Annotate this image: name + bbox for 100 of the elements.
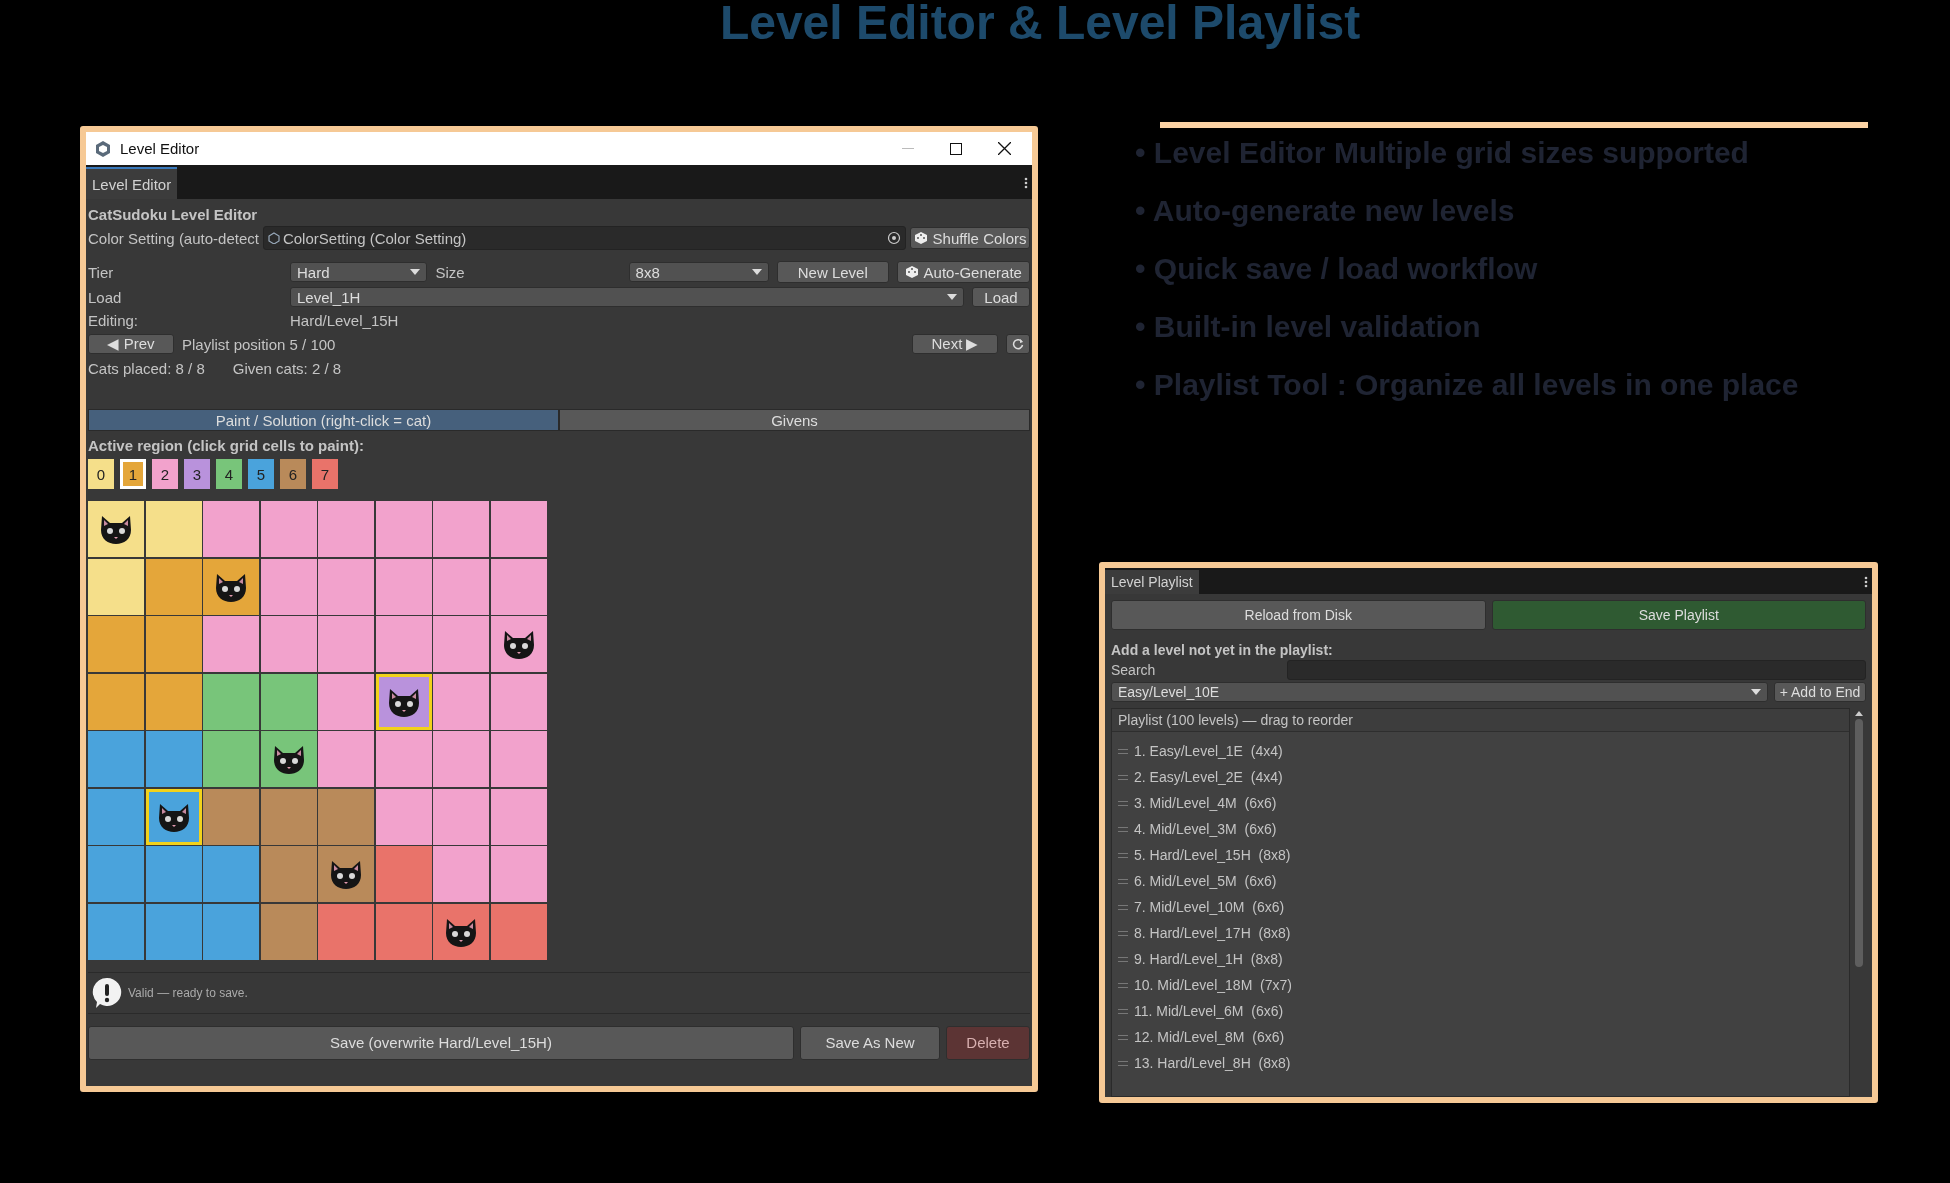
load-button[interactable]: Load — [972, 287, 1030, 307]
mode-tab[interactable]: Givens — [559, 409, 1030, 431]
grid-cell[interactable] — [375, 558, 432, 615]
playlist-item[interactable]: 1. Easy/Level_1E (4x4) — [1134, 743, 1283, 759]
drag-handle-icon[interactable] — [1118, 1034, 1128, 1040]
grid-cell[interactable] — [433, 731, 489, 787]
drag-handle-icon[interactable] — [1118, 826, 1128, 832]
grid-cell[interactable] — [203, 673, 259, 730]
grid-cell[interactable] — [375, 846, 432, 902]
playlist-item[interactable]: 3. Mid/Level_4M (6x6) — [1134, 795, 1277, 811]
next-button[interactable]: Next ▶ — [912, 334, 998, 354]
grid-cell[interactable] — [88, 616, 144, 672]
delete-button[interactable]: Delete — [946, 1025, 1030, 1060]
grid-cell[interactable] — [318, 788, 374, 845]
prev-button[interactable]: ◀ Prev — [88, 334, 174, 354]
region-swatch[interactable]: 4 — [216, 459, 242, 489]
grid-cell[interactable] — [490, 788, 547, 845]
grid-cell[interactable] — [145, 846, 202, 902]
grid-cell[interactable] — [203, 501, 259, 557]
grid-cell[interactable] — [203, 616, 259, 672]
mode-tab[interactable]: Paint / Solution (right-click = cat) — [88, 409, 559, 431]
playlist-item[interactable]: 5. Hard/Level_15H (8x8) — [1134, 847, 1291, 863]
editor-tab[interactable]: Level Editor — [86, 167, 178, 199]
playlist-tab[interactable]: Level Playlist — [1105, 570, 1199, 594]
grid-cell[interactable] — [203, 846, 259, 902]
grid-cell[interactable] — [433, 501, 489, 557]
region-swatch[interactable]: 5 — [248, 459, 274, 489]
grid-cell[interactable] — [318, 616, 374, 672]
grid-cell[interactable] — [203, 903, 259, 960]
grid-cell[interactable] — [490, 673, 547, 730]
grid-cell[interactable] — [203, 558, 259, 615]
grid-cell[interactable] — [318, 731, 374, 787]
playlist-item[interactable]: 7. Mid/Level_10M (6x6) — [1134, 899, 1285, 915]
drag-handle-icon[interactable] — [1118, 1060, 1128, 1066]
grid-cell[interactable] — [145, 558, 202, 615]
grid-cell[interactable] — [433, 616, 489, 672]
region-swatch[interactable]: 6 — [280, 459, 306, 489]
grid-cell[interactable] — [433, 558, 489, 615]
grid-cell[interactable] — [203, 731, 259, 787]
grid-cell[interactable] — [433, 788, 489, 845]
grid-cell[interactable] — [375, 903, 432, 960]
grid-cell[interactable] — [88, 731, 144, 787]
drag-handle-icon[interactable] — [1118, 904, 1128, 910]
tier-dropdown[interactable]: Hard — [290, 262, 428, 282]
grid-cell[interactable] — [318, 673, 374, 730]
level-dropdown[interactable]: Easy/Level_10E — [1111, 682, 1768, 702]
playlist-item[interactable]: 6. Mid/Level_5M (6x6) — [1134, 873, 1277, 889]
grid-cell[interactable] — [490, 846, 547, 902]
kebab-menu-icon[interactable] — [1024, 177, 1028, 189]
playlist-item[interactable]: 10. Mid/Level_18M (7x7) — [1134, 977, 1292, 993]
grid-cell[interactable] — [318, 903, 374, 960]
drag-handle-icon[interactable] — [1118, 1008, 1128, 1014]
grid-cell[interactable] — [318, 558, 374, 615]
grid-cell[interactable] — [145, 501, 202, 557]
region-swatch[interactable]: 7 — [312, 459, 338, 489]
region-swatch[interactable]: 1 — [120, 459, 146, 489]
auto-generate-button[interactable]: Auto-Generate — [896, 261, 1030, 283]
scroll-up-icon[interactable] — [1855, 711, 1863, 716]
grid-cell[interactable] — [88, 558, 144, 615]
drag-handle-icon[interactable] — [1118, 930, 1128, 936]
kebab-menu-icon[interactable] — [1864, 576, 1868, 588]
grid-cell[interactable] — [375, 731, 432, 787]
grid-cell[interactable] — [490, 616, 547, 672]
grid-cell[interactable] — [433, 673, 489, 730]
grid-cell[interactable] — [145, 616, 202, 672]
reload-button[interactable]: Reload from Disk — [1111, 600, 1486, 630]
playlist-item[interactable]: 2. Easy/Level_2E (4x4) — [1134, 769, 1283, 785]
drag-handle-icon[interactable] — [1118, 982, 1128, 988]
grid-cell[interactable] — [88, 846, 144, 902]
save-as-new-button[interactable]: Save As New — [800, 1025, 940, 1060]
grid-cell[interactable] — [490, 501, 547, 557]
grid-cell[interactable] — [260, 616, 317, 672]
playlist-item[interactable]: 13. Hard/Level_8H (8x8) — [1134, 1055, 1291, 1071]
grid-cell[interactable] — [203, 788, 259, 845]
new-level-button[interactable]: New Level — [777, 261, 889, 283]
refresh-button[interactable] — [1006, 334, 1030, 354]
grid-cell[interactable] — [433, 903, 489, 960]
grid-cell[interactable] — [145, 788, 202, 845]
drag-handle-icon[interactable] — [1118, 774, 1128, 780]
grid-cell[interactable] — [375, 501, 432, 557]
object-field[interactable]: ColorSetting (Color Setting) — [262, 226, 906, 250]
grid-cell[interactable] — [145, 673, 202, 730]
grid-cell[interactable] — [375, 673, 432, 730]
shuffle-colors-button[interactable]: Shuffle Colors — [910, 227, 1030, 249]
grid-cell[interactable] — [88, 673, 144, 730]
playlist-item[interactable]: 8. Hard/Level_17H (8x8) — [1134, 925, 1291, 941]
playlist-item[interactable]: 12. Mid/Level_8M (6x6) — [1134, 1029, 1285, 1045]
grid-cell[interactable] — [260, 846, 317, 902]
region-swatch[interactable]: 0 — [88, 459, 114, 489]
save-playlist-button[interactable]: Save Playlist — [1491, 600, 1866, 630]
playlist-item[interactable]: 4. Mid/Level_3M (6x6) — [1134, 821, 1277, 837]
grid-cell[interactable] — [260, 731, 317, 787]
target-icon[interactable] — [887, 231, 901, 245]
grid-cell[interactable] — [145, 903, 202, 960]
add-to-end-button[interactable]: + Add to End — [1774, 682, 1866, 702]
grid-cell[interactable] — [260, 673, 317, 730]
grid-cell[interactable] — [318, 501, 374, 557]
save-button[interactable]: Save (overwrite Hard/Level_15H) — [88, 1025, 794, 1060]
grid-cell[interactable] — [260, 501, 317, 557]
grid-cell[interactable] — [490, 558, 547, 615]
